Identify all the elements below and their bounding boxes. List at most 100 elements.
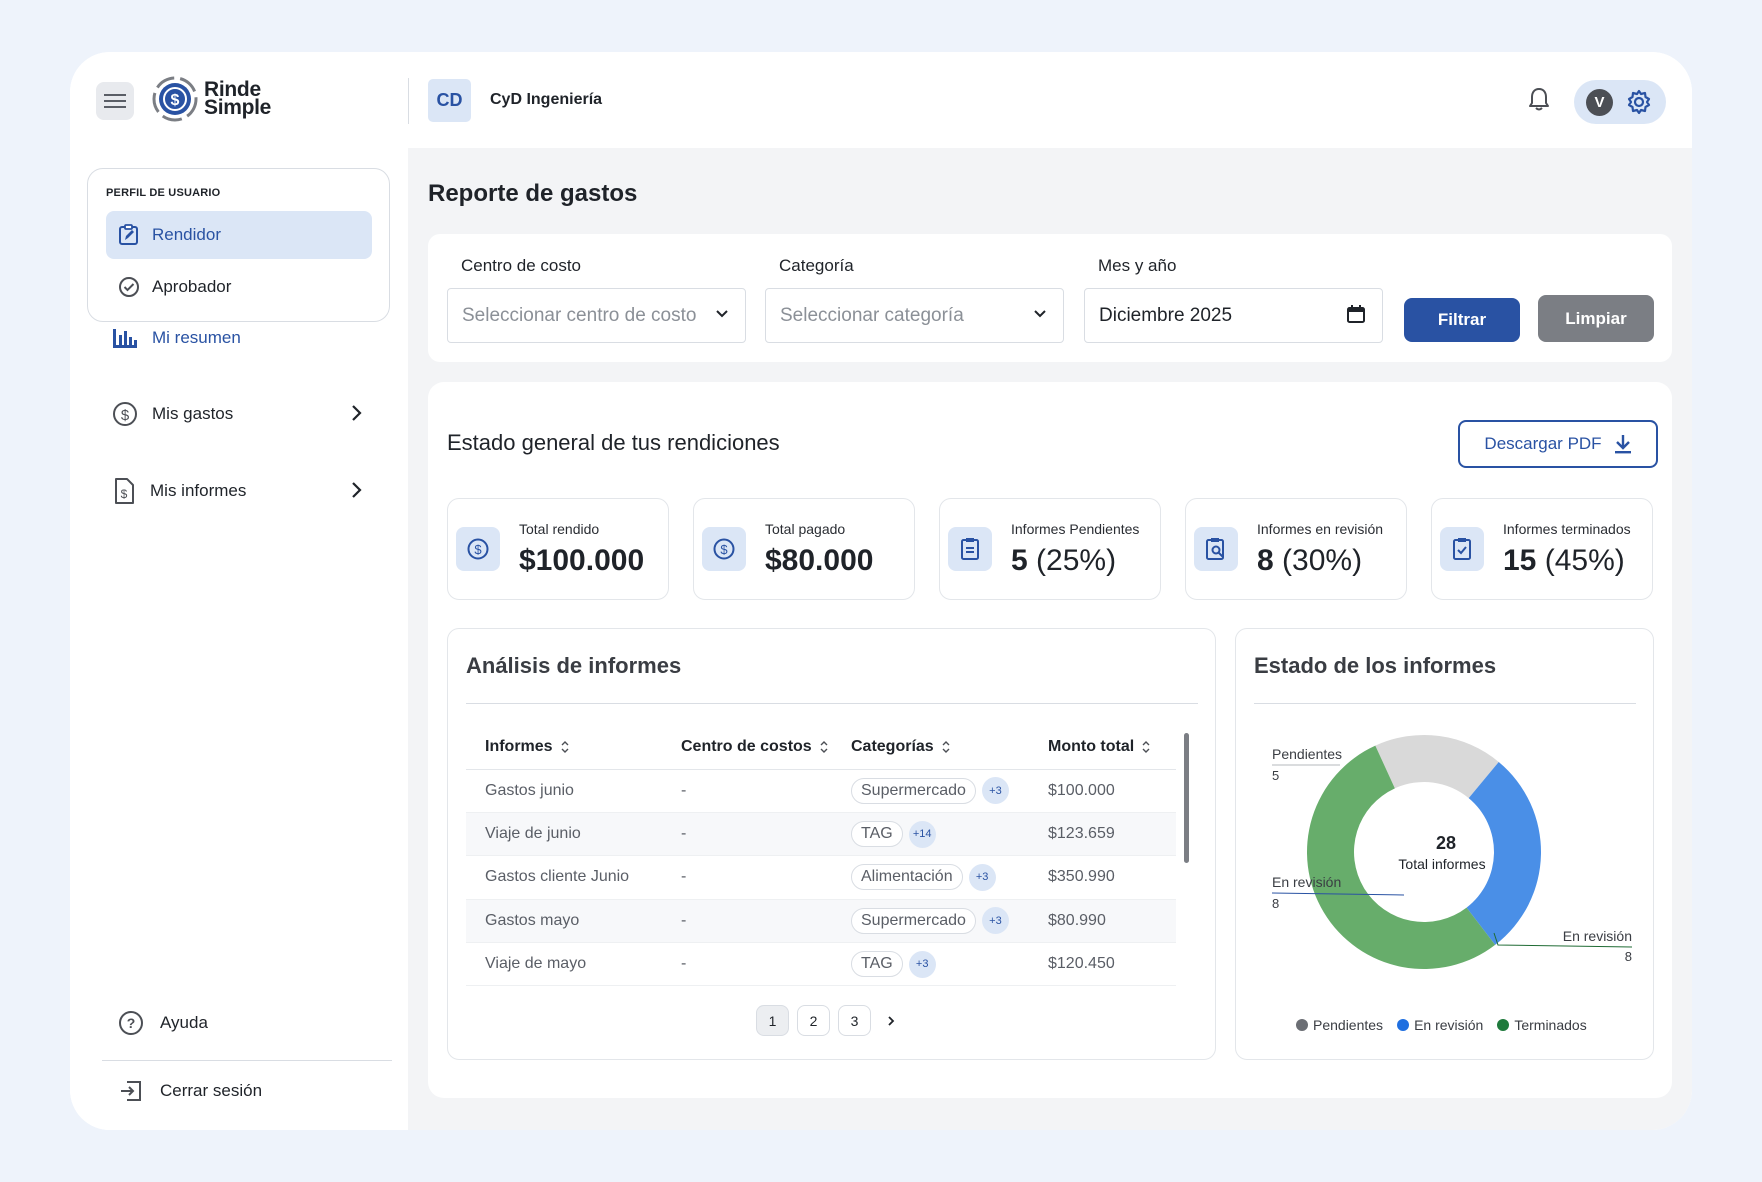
cell-centro: - [662, 769, 832, 813]
page-button-1[interactable]: 1 [756, 1005, 789, 1036]
panel-divider [466, 703, 1198, 704]
logout-link[interactable]: Cerrar sesión [118, 1078, 262, 1104]
page-button-3[interactable]: 3 [838, 1005, 871, 1036]
settings-gear-icon[interactable] [1626, 89, 1652, 115]
page-button-2[interactable]: 2 [797, 1005, 830, 1036]
legend-item-revision: En revisión [1397, 1017, 1483, 1033]
company-name[interactable]: CyD Ingeniería [490, 91, 602, 109]
nav-mis-gastos-label: Mis gastos [152, 404, 234, 423]
cell-centro: - [662, 855, 832, 900]
svg-text:$: $ [171, 92, 180, 109]
legend-item-terminados: Terminados [1497, 1017, 1587, 1033]
chevron-right-icon [888, 1015, 895, 1026]
month-label: Mes y año [1098, 256, 1177, 275]
nav-mi-resumen[interactable]: Mi resumen [112, 318, 362, 358]
stat-percent: (25%) [1036, 544, 1117, 577]
logo-coin-icon: $ [152, 76, 198, 122]
more-categories-badge[interactable]: +3 [981, 907, 1009, 935]
more-categories-badge[interactable]: +3 [981, 777, 1009, 805]
cell-monto: $80.990 [1029, 899, 1176, 944]
hamburger-menu-button[interactable] [96, 82, 134, 120]
col-informes[interactable]: Informes [466, 725, 662, 770]
chevron-down-icon [1034, 310, 1046, 318]
table-row[interactable]: Gastos mayo - Supermercado +3 $80.990 [466, 899, 1176, 944]
cell-informe: Viaje de mayo [466, 942, 662, 987]
next-page-button[interactable] [879, 1005, 903, 1036]
more-categories-badge[interactable]: +14 [908, 820, 936, 848]
more-categories-badge[interactable]: +3 [968, 863, 996, 891]
help-label: Ayuda [160, 1013, 208, 1032]
company-badge[interactable]: CD [428, 79, 471, 122]
month-year-input[interactable]: Diciembre 2025 [1084, 288, 1383, 343]
svg-text:$: $ [474, 542, 482, 557]
stat-percent: (30%) [1282, 544, 1363, 577]
analysis-panel: Análisis de informes Informes Centro de … [447, 628, 1216, 1060]
role-rendidor[interactable]: Rendidor [106, 211, 372, 259]
cell-centro: - [662, 812, 832, 857]
table-scrollbar[interactable] [1184, 733, 1189, 863]
user-menu[interactable]: V [1574, 80, 1666, 124]
clear-button[interactable]: Limpiar [1538, 295, 1654, 342]
legend-label: Terminados [1514, 1017, 1587, 1033]
calendar-icon[interactable] [1346, 304, 1366, 324]
table-row[interactable]: Viaje de junio - TAG +14 $123.659 [466, 812, 1176, 857]
cell-monto: $100.000 [1029, 769, 1176, 813]
role-aprobador[interactable]: Aprobador [106, 263, 372, 311]
donut-slice-revision[interactable] [1466, 761, 1541, 945]
category-chip: TAG [851, 951, 903, 978]
rindesimple-logo[interactable]: $ Rinde Simple [152, 76, 271, 122]
legend-dot [1296, 1019, 1308, 1031]
chevron-down-icon [716, 310, 728, 318]
help-link[interactable]: ? Ayuda [118, 1010, 208, 1036]
more-categories-badge[interactable]: +3 [908, 950, 936, 978]
cost-center-select[interactable]: Seleccionar centro de costo [447, 288, 746, 343]
sidebar: PERFIL DE USUARIO Rendidor Aprobador Mi … [70, 148, 408, 1130]
svg-text:$: $ [121, 487, 128, 501]
stat-number: 5 [1011, 544, 1028, 577]
category-select[interactable]: Seleccionar categoría [765, 288, 1064, 343]
sort-icon[interactable] [561, 740, 569, 754]
sort-icon[interactable] [820, 740, 828, 754]
stat-total-pagado: $ Total pagado $80.000 [693, 498, 915, 600]
cost-center-label: Centro de costo [461, 256, 582, 275]
table-row[interactable]: Viaje de mayo - TAG +3 $120.450 [466, 942, 1176, 987]
sort-icon[interactable] [942, 740, 950, 754]
profile-title: PERFIL DE USUARIO [106, 187, 221, 199]
bar-chart-icon [113, 329, 137, 348]
cell-categorias: Alimentación +3 [832, 855, 1029, 900]
logout-label: Cerrar sesión [160, 1081, 263, 1100]
cell-monto: $123.659 [1029, 812, 1176, 857]
col-categorias[interactable]: Categorías [832, 725, 1029, 770]
nav-mis-gastos[interactable]: $ Mis gastos [112, 394, 362, 434]
col-monto-total[interactable]: Monto total [1029, 725, 1176, 770]
category-label: Categoría [779, 256, 854, 275]
stat-number: $80.000 [765, 544, 874, 577]
stat-number: $100.000 [519, 544, 645, 577]
stat-number: 15 [1503, 544, 1537, 577]
notifications-bell-icon[interactable] [1528, 86, 1550, 117]
filter-button[interactable]: Filtrar [1404, 298, 1520, 342]
download-icon [1614, 435, 1631, 454]
dollar-circle-icon: $ [702, 527, 746, 571]
menu-icon [104, 94, 126, 108]
stat-percent: (45%) [1544, 544, 1625, 577]
donut-center-label: Total informes [1398, 856, 1485, 872]
svg-text:$: $ [720, 542, 728, 557]
stat-label: Total pagado [765, 521, 846, 537]
table-row[interactable]: Gastos junio - Supermercado +3 $100.000 [466, 769, 1176, 813]
stat-value: 8 (30%) [1257, 544, 1362, 578]
download-pdf-button[interactable]: Descargar PDF [1458, 420, 1658, 468]
user-avatar[interactable]: V [1586, 89, 1613, 116]
dollar-circle-icon: $ [456, 527, 500, 571]
nav-mis-informes[interactable]: $ Mis informes [112, 471, 362, 511]
user-profile-box: PERFIL DE USUARIO Rendidor Aprobador [87, 168, 390, 322]
cell-informe: Gastos cliente Junio [466, 855, 662, 900]
edit-document-icon [119, 224, 138, 245]
clipboard-list-icon [948, 527, 992, 571]
col-centro-costos[interactable]: Centro de costos [662, 725, 832, 770]
sort-icon[interactable] [1142, 740, 1150, 754]
main-content: Reporte de gastos Centro de costo Selecc… [408, 148, 1692, 1130]
table-row[interactable]: Gastos cliente Junio - Alimentación +3 $3… [466, 855, 1176, 900]
clipboard-search-icon [1194, 527, 1238, 571]
category-chip: TAG [851, 821, 903, 848]
